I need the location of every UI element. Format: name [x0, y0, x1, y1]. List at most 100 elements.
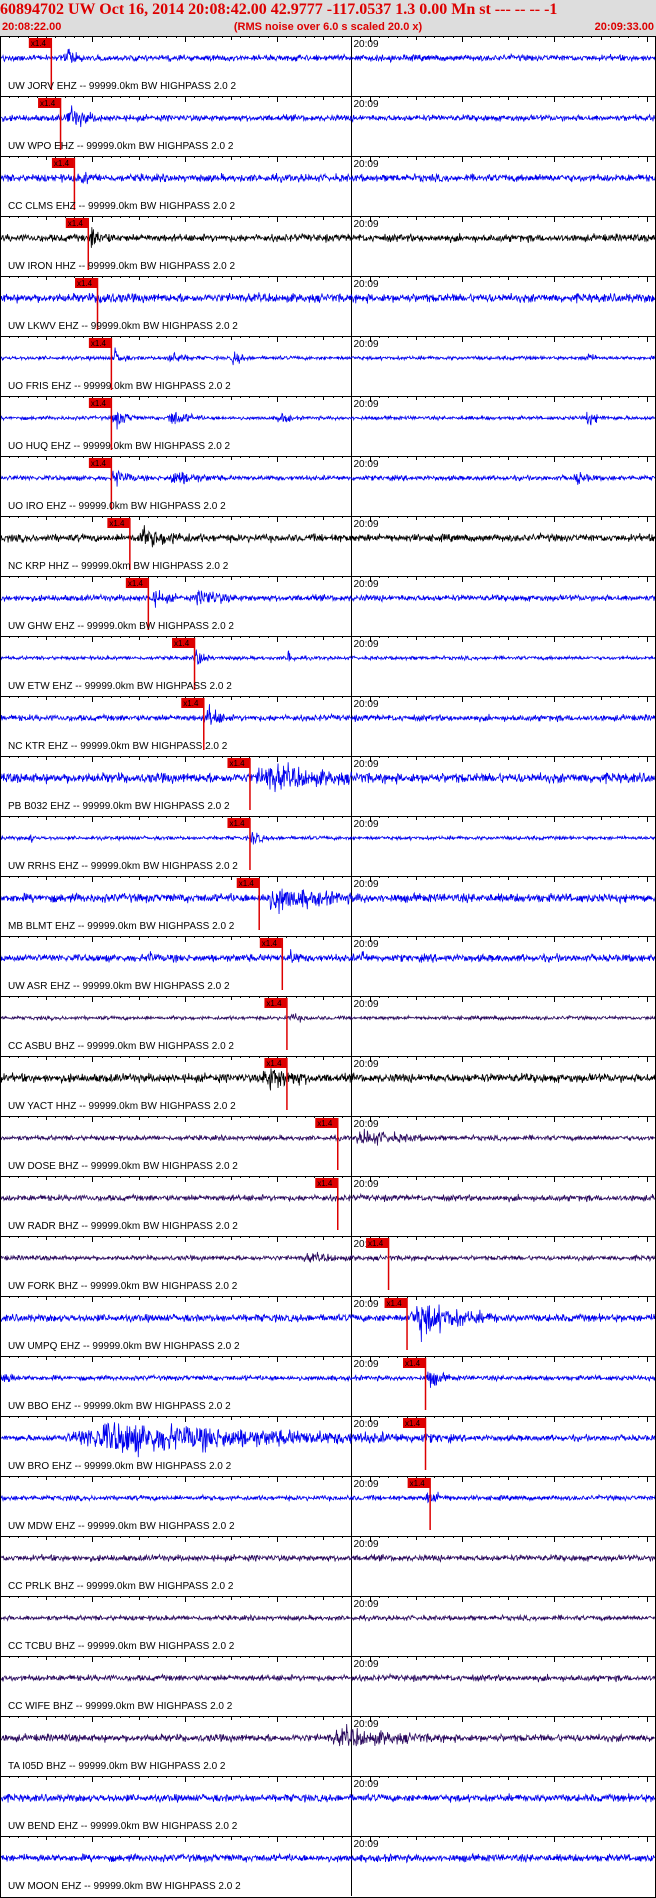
pick-label: x1.4 [368, 1239, 384, 1248]
waveform [0, 1371, 656, 1388]
station-label: UW ETW EHZ -- 99999.0km BW HIGHPASS 2.0 … [8, 681, 232, 692]
pick-label: x1.4 [229, 819, 245, 828]
minute-label: 20:09 [354, 879, 379, 890]
minute-label: 20:09 [354, 339, 379, 350]
pick-label: x1.4 [317, 1179, 333, 1188]
pick-label: x1.4 [410, 1479, 426, 1488]
waveform [0, 1192, 656, 1203]
station-label: TA I05D BHZ -- 99999.0km BW HIGHPASS 2.0… [8, 1761, 226, 1772]
station-label: CC CLMS EHZ -- 99999.0km BW HIGHPASS 2.0… [8, 201, 236, 212]
station-label: UW MOON EHZ -- 99999.0km BW HIGHPASS 2.0… [8, 1881, 241, 1892]
pick-label: x1.4 [387, 1299, 403, 1308]
waveform [0, 1852, 656, 1864]
station-label: CC WIFE BHZ -- 99999.0km BW HIGHPASS 2.0… [8, 1701, 233, 1712]
station-label: UW BRO EHZ -- 99999.0km BW HIGHPASS 2.0 … [8, 1461, 232, 1472]
waveform [0, 1724, 656, 1747]
rms-note: (RMS noise over 6.0 s scaled 20.0 x) [233, 21, 423, 33]
minute-label: 20:09 [354, 39, 379, 50]
waveform [0, 1304, 656, 1343]
waveform [0, 292, 656, 306]
station-label: UW GHW EHZ -- 99999.0km BW HIGHPASS 2.0 … [8, 621, 234, 632]
station-label: UW MDW EHZ -- 99999.0km BW HIGHPASS 2.0 … [8, 1521, 235, 1532]
minute-label: 20:09 [354, 1839, 379, 1850]
waveform [0, 832, 656, 845]
minute-label: 20:09 [354, 759, 379, 770]
waveform [0, 1068, 656, 1091]
station-label: UO IRO EHZ -- 99999.0km BW HIGHPASS 2.0 … [8, 501, 226, 512]
station-label: CC TCBU BHZ -- 99999.0km BW HIGHPASS 2.0… [8, 1641, 235, 1652]
minute-label: 20:09 [354, 999, 379, 1010]
minute-label: 20:09 [354, 1539, 379, 1550]
waveform [0, 48, 656, 64]
station-label: UW WPO EHZ -- 99999.0km BW HIGHPASS 2.0 … [8, 141, 234, 152]
pick-label: x1.4 [266, 999, 282, 1008]
waveform [0, 589, 656, 608]
waveform [0, 1672, 656, 1683]
station-label: UW LKWV EHZ -- 99999.0km BW HIGHPASS 2.0… [8, 321, 238, 332]
waveform [0, 1491, 656, 1504]
station-label: UW FORK BHZ -- 99999.0km BW HIGHPASS 2.0… [8, 1281, 238, 1292]
waveform [0, 1613, 656, 1623]
end-time: 20:09:33.00 [594, 21, 654, 33]
minute-label: 20:09 [354, 1299, 379, 1310]
pick-label: x1.4 [262, 939, 278, 948]
station-label: NC KTR EHZ -- 99999.0km BW HIGHPASS 2.0 … [8, 741, 228, 752]
waveform [0, 227, 656, 248]
minute-label: 20:09 [354, 1479, 379, 1490]
waveform [0, 1251, 656, 1263]
seismogram-plot: 20:09 x1.4 UW JORV EHZ -- 99999.0km BW HIG… [0, 36, 656, 1896]
pick-label: x1.4 [266, 1059, 282, 1068]
waveform [0, 704, 656, 725]
minute-label: 20:09 [354, 579, 379, 590]
minute-label: 20:09 [354, 819, 379, 830]
pick-label: x1.4 [405, 1419, 421, 1428]
waveform [0, 525, 656, 548]
minute-label: 20:09 [354, 279, 379, 290]
waveform [0, 469, 656, 487]
pick-label: x1.4 [229, 759, 245, 768]
waveform [0, 1013, 656, 1023]
pick-label: x1.4 [91, 339, 107, 348]
station-label: CC ASBU BHZ -- 99999.0km BW HIGHPASS 2.0… [8, 1041, 234, 1052]
station-label: UW BBO EHZ -- 99999.0km BW HIGHPASS 2.0 … [8, 1401, 231, 1412]
pick-label: x1.4 [128, 579, 144, 588]
pick-label: x1.4 [77, 279, 93, 288]
pick-label: x1.4 [239, 879, 255, 888]
waveform [0, 1422, 656, 1458]
minute-label: 20:09 [354, 459, 379, 470]
event-title: 60894702 UW Oct 16, 2014 20:08:42.00 42.… [0, 1, 558, 18]
station-label: UO FRIS EHZ -- 99999.0km BW HIGHPASS 2.0… [8, 381, 231, 392]
waveform [0, 1793, 656, 1803]
minute-label: 20:09 [354, 159, 379, 170]
station-label: CC PRLK BHZ -- 99999.0km BW HIGHPASS 2.0… [8, 1581, 234, 1592]
station-label: UW BEND EHZ -- 99999.0km BW HIGHPASS 2.0… [8, 1821, 238, 1832]
minute-label: 20:09 [354, 519, 379, 530]
station-label: NC KRP HHZ -- 99999.0km BW HIGHPASS 2.0 … [8, 561, 229, 572]
pick-label: x1.4 [31, 39, 47, 48]
waveform [0, 1553, 656, 1563]
minute-label: 20:09 [354, 1359, 379, 1370]
station-label: UW JORV EHZ -- 99999.0km BW HIGHPASS 2.0… [8, 81, 236, 92]
station-label: UW DOSE BHZ -- 99999.0km BW HIGHPASS 2.0… [8, 1161, 238, 1172]
waveform [0, 949, 656, 964]
minute-label: 20:09 [354, 1119, 379, 1130]
minute-label: 20:09 [354, 1419, 379, 1430]
pick-label: x1.4 [40, 99, 56, 108]
station-label: UW RADR BHZ -- 99999.0km BW HIGHPASS 2.0… [8, 1221, 238, 1232]
minute-label: 20:09 [354, 1179, 379, 1190]
pick-label: x1.4 [109, 519, 125, 528]
pick-label: x1.4 [54, 159, 70, 168]
waveform [0, 105, 656, 128]
pick-label: x1.4 [91, 459, 107, 468]
waveform [0, 649, 656, 665]
pick-label: x1.4 [405, 1359, 421, 1368]
station-label: UW YACT HHZ -- 99999.0km BW HIGHPASS 2.0… [8, 1101, 236, 1112]
minute-label: 20:09 [354, 639, 379, 650]
minute-label: 20:09 [354, 939, 379, 950]
header-bar: 60894702 UW Oct 16, 2014 20:08:42.00 42.… [0, 0, 656, 36]
minute-label: 20:09 [354, 1059, 379, 1070]
waveform [0, 762, 656, 793]
minute-label: 20:09 [354, 699, 379, 710]
station-label: PB B032 EHZ -- 99999.0km BW HIGHPASS 2.0… [8, 801, 230, 812]
minute-label: 20:09 [354, 99, 379, 110]
